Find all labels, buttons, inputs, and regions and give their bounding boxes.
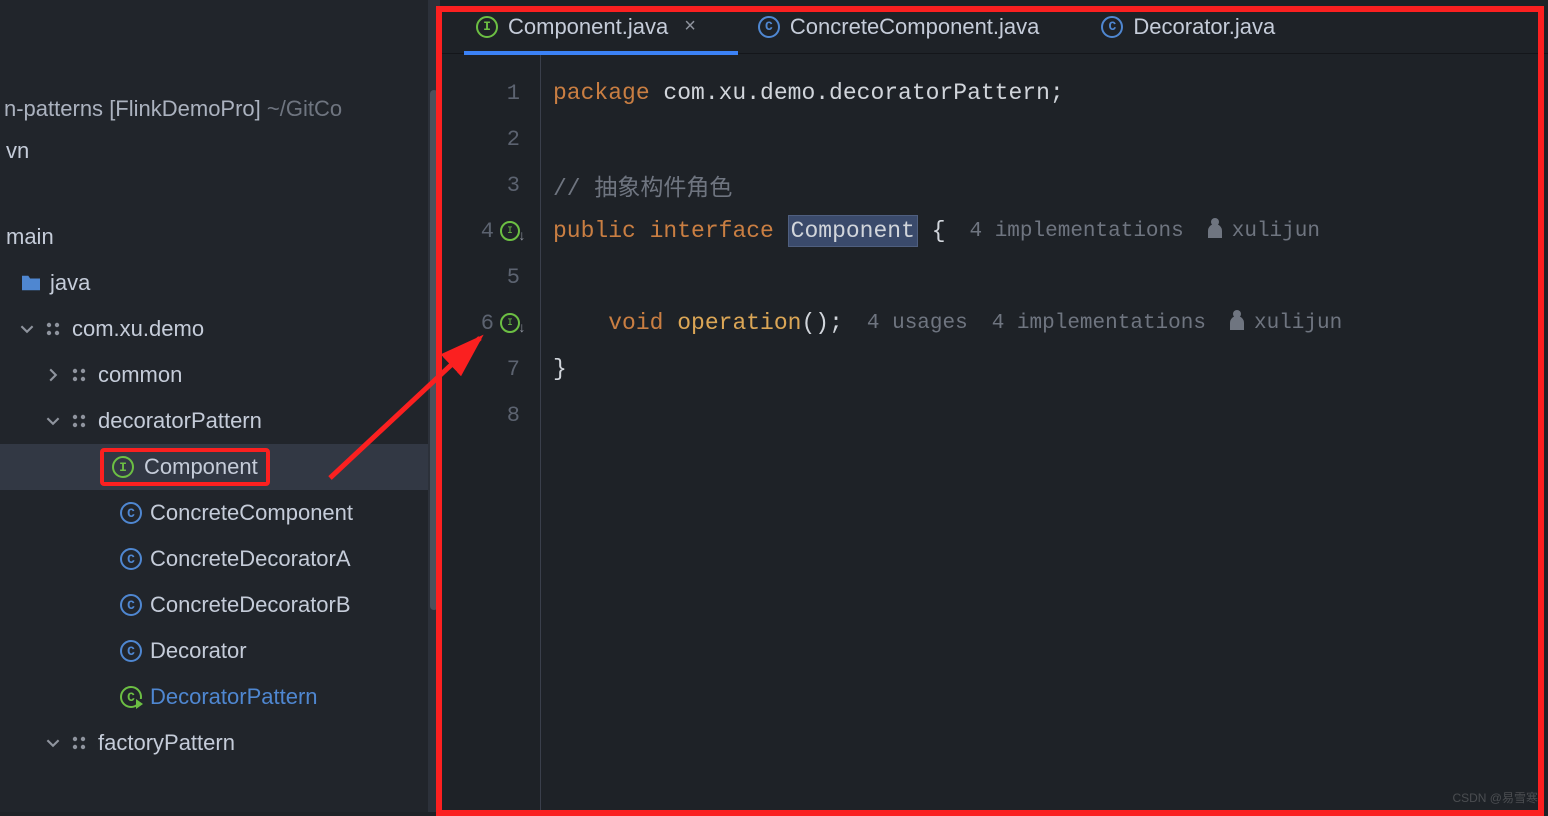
tree-decorator-pkg[interactable]: decoratorPattern [0,398,440,444]
project-sidebar: n-patterns [FlinkDemoPro] ~/GitCo vn mai… [0,0,440,812]
method-name: operation [677,310,801,336]
person-icon [1208,224,1222,238]
runnable-class-icon: C [120,686,142,708]
line-number: 6I [440,300,540,346]
tree-label: factoryPattern [98,730,235,756]
tree-label: DecoratorPattern [150,684,318,710]
text: (); [801,310,842,336]
inlay-author[interactable]: xulijun [1208,220,1320,243]
tab-concrete-component[interactable]: C ConcreteComponent.java [752,0,1045,53]
project-title: n-patterns [FlinkDemoPro] ~/GitCo [0,90,440,128]
tree-label: com.xu.demo [72,316,204,342]
class-icon: C [1101,16,1123,38]
line-number: 7 [440,346,540,392]
tree-common[interactable]: common [0,352,440,398]
chevron-down-icon [20,322,34,336]
tree-file-decorator-pattern[interactable]: C DecoratorPattern [0,674,440,720]
tree-file-concrete-decorator-b[interactable]: C ConcreteDecoratorB [0,582,440,628]
line-number: 3 [440,162,540,208]
package-icon [68,411,90,431]
text: } [553,356,567,382]
tree-label: ConcreteComponent [150,500,353,526]
tree-label: Decorator [150,638,247,664]
chevron-right-icon [46,368,60,382]
class-icon: C [758,16,780,38]
chevron-down-icon [46,414,60,428]
tab-label: Component.java [508,14,668,40]
tree-pkg-root[interactable]: com.xu.demo [0,306,440,352]
keyword: public [553,218,650,244]
watermark: CSDN @易雪寒 [1452,789,1538,806]
code-content[interactable]: package com.xu.demo.decoratorPattern; //… [540,54,1548,812]
tree-file-decorator[interactable]: C Decorator [0,628,440,674]
line-number: 5 [440,254,540,300]
project-name: n-patterns [4,96,103,121]
tree-label: ConcreteDecoratorA [150,546,351,572]
tree-label: common [98,362,182,388]
tree-label: decoratorPattern [98,408,262,434]
implementations-gutter-icon[interactable]: I [500,313,520,333]
tree-main[interactable]: main [0,214,440,260]
tree-file-concrete-decorator-a[interactable]: C ConcreteDecoratorA [0,536,440,582]
line-number: 4I [440,208,540,254]
interface-icon: I [112,456,134,478]
project-bracket: [FlinkDemoPro] [109,96,261,121]
tree-factory-pkg[interactable]: factoryPattern [0,720,440,766]
tab-bar: I Component.java × C ConcreteComponent.j… [440,0,1548,54]
tree-vn[interactable]: vn [0,128,440,174]
inlay-hint[interactable]: 4 implementations [992,312,1206,335]
code-area[interactable]: 1 2 3 4I 5 6I 7 8 package com.xu.demo.de… [440,54,1548,812]
implementations-gutter-icon[interactable]: I [500,221,520,241]
tab-component[interactable]: I Component.java × [470,0,702,53]
tab-label: Decorator.java [1133,14,1275,40]
package-icon [68,365,90,385]
tree-label: Component [144,454,258,480]
tab-label: ConcreteComponent.java [790,14,1039,40]
line-number: 8 [440,392,540,438]
chevron-down-icon [46,736,60,750]
class-icon: C [120,640,142,662]
interface-icon: I [476,16,498,38]
editor-area: I Component.java × C ConcreteComponent.j… [440,0,1548,812]
keyword: package [553,80,663,106]
tree-label: java [50,270,90,296]
inlay-author[interactable]: xulijun [1230,312,1342,335]
inlay-hint[interactable]: 4 usages [867,312,968,335]
keyword: interface [650,218,788,244]
interface-name: Component [788,215,918,247]
folder-icon [20,273,42,293]
package-icon [42,319,64,339]
identifier: com.xu.demo.decoratorPattern [663,80,1049,106]
keyword: void [608,310,677,336]
line-number: 2 [440,116,540,162]
tree-label: ConcreteDecoratorB [150,592,351,618]
tree-java[interactable]: java [0,260,440,306]
gutter: 1 2 3 4I 5 6I 7 8 [440,54,540,812]
close-icon[interactable]: × [684,15,696,38]
line-number: 1 [440,70,540,116]
tab-decorator[interactable]: C Decorator.java [1095,0,1281,53]
text: { [918,218,946,244]
text: ; [1050,80,1064,106]
class-icon: C [120,502,142,524]
comment: // 抽象构件角色 [553,168,732,202]
package-icon [68,733,90,753]
tree-file-concrete-component[interactable]: C ConcreteComponent [0,490,440,536]
class-icon: C [120,594,142,616]
tree-file-component[interactable]: I Component [0,444,440,490]
project-path: ~/GitCo [267,96,342,121]
person-icon [1230,316,1244,330]
sidebar-scrollbar[interactable] [428,0,440,812]
tree-label: vn [6,138,29,164]
tree-label: main [6,224,54,250]
inlay-hint[interactable]: 4 implementations [970,220,1184,243]
tree-colon[interactable] [0,174,440,214]
class-icon: C [120,548,142,570]
